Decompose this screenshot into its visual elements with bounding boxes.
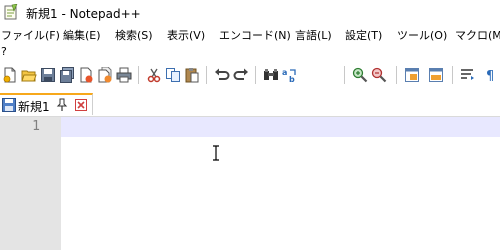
undo-icon[interactable]: [214, 67, 230, 83]
editor-area[interactable]: 1: [0, 117, 500, 250]
tab-new1[interactable]: 新規1: [0, 93, 93, 115]
zoom-out-icon[interactable]: [371, 67, 387, 83]
toolbar-separator: [255, 66, 256, 84]
new-file-icon[interactable]: [2, 67, 18, 83]
title-bar: 新規1 - Notepad++: [0, 0, 500, 26]
save-all-icon[interactable]: [59, 67, 75, 83]
paste-icon[interactable]: [184, 67, 200, 83]
svg-text:¶: ¶: [486, 69, 494, 83]
toolbar: ab ¶: [0, 62, 500, 88]
menu-edit[interactable]: 編集(E): [63, 28, 101, 43]
svg-text:a: a: [282, 68, 287, 77]
copy-icon[interactable]: [165, 67, 181, 83]
cut-icon[interactable]: [146, 67, 162, 83]
redo-icon[interactable]: [233, 67, 249, 83]
print-icon[interactable]: [116, 67, 132, 83]
menu-encoding[interactable]: エンコード(N): [219, 28, 291, 43]
show-all-characters-icon[interactable]: ¶: [484, 67, 500, 83]
menu-view[interactable]: 表示(V): [167, 28, 205, 43]
svg-text:b: b: [289, 75, 295, 83]
text-cursor-icon: [213, 145, 219, 161]
word-wrap-icon[interactable]: [460, 67, 476, 83]
pin-icon[interactable]: [56, 98, 68, 112]
toolbar-separator: [138, 66, 139, 84]
line-number-gutter: 1: [0, 117, 61, 250]
tab-label: 新規1: [18, 100, 50, 114]
toolbar-separator: [344, 66, 345, 84]
save-icon[interactable]: [40, 67, 56, 83]
sync-horizontal-icon[interactable]: [428, 67, 444, 83]
tab-bar: 新規1: [0, 90, 500, 117]
menu-macro[interactable]: マクロ(M): [455, 28, 500, 43]
notepad-plus-plus-icon: [4, 4, 18, 20]
close-all-icon[interactable]: [97, 67, 113, 83]
menu-search[interactable]: 検索(S): [115, 28, 153, 43]
menu-language[interactable]: 言語(L): [295, 28, 332, 43]
line-number: 1: [32, 119, 40, 134]
menu-settings[interactable]: 設定(T): [345, 28, 382, 43]
menu-file[interactable]: ファイル(F): [1, 28, 60, 43]
open-file-icon[interactable]: [21, 67, 37, 83]
close-icon[interactable]: [78, 67, 94, 83]
zoom-in-icon[interactable]: [352, 67, 368, 83]
replace-icon[interactable]: ab: [282, 67, 298, 83]
sync-vertical-icon[interactable]: [404, 67, 420, 83]
toolbar-separator: [452, 66, 453, 84]
find-icon[interactable]: [263, 67, 279, 83]
close-tab-icon[interactable]: [75, 99, 87, 111]
window-title: 新規1 - Notepad++: [26, 7, 141, 21]
menu-help[interactable]: ?: [1, 44, 7, 59]
current-line-highlight: [61, 117, 500, 137]
menu-bar: ファイル(F) 編集(E) 検索(S) 表示(V) エンコード(N) 言語(L)…: [0, 28, 500, 58]
saved-file-icon: [2, 98, 16, 112]
toolbar-separator: [396, 66, 397, 84]
toolbar-separator: [206, 66, 207, 84]
menu-tools[interactable]: ツール(O): [397, 28, 447, 43]
